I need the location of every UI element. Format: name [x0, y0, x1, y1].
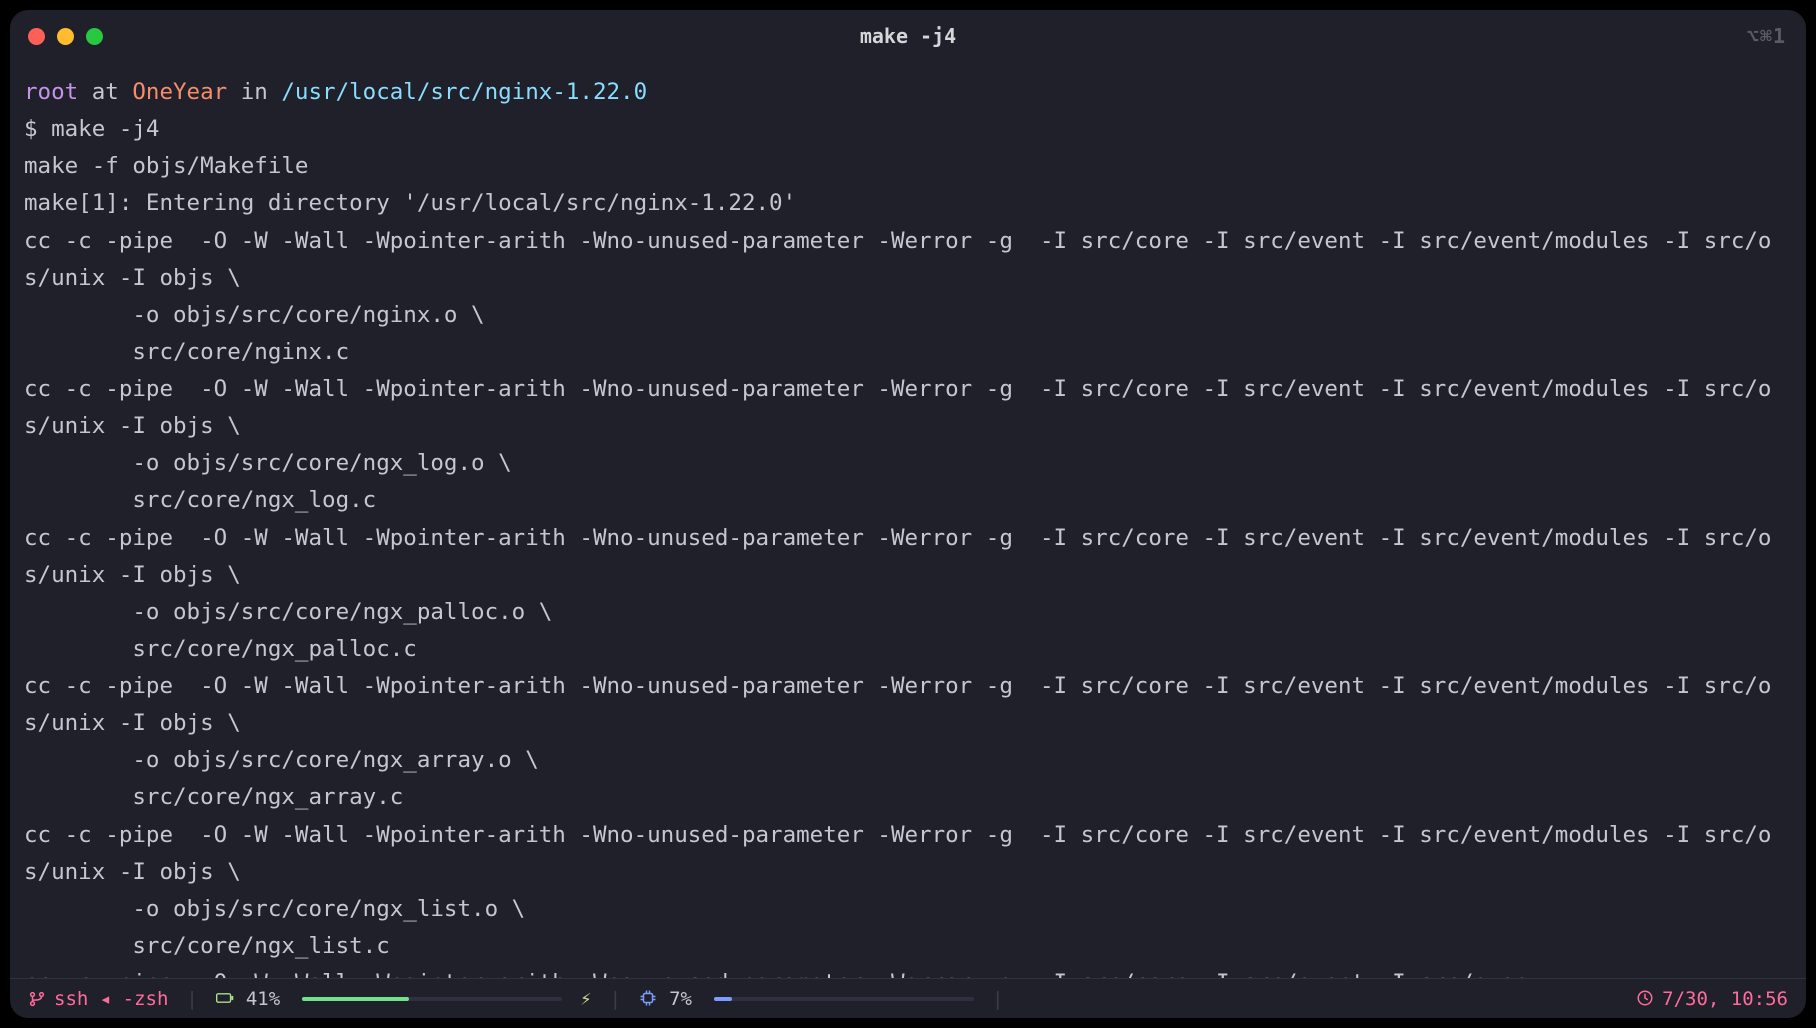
prompt-in: in — [227, 79, 281, 105]
window-controls — [28, 28, 103, 45]
status-divider: | — [992, 988, 1003, 1010]
prompt-user: root — [24, 79, 78, 105]
clock-icon — [1636, 988, 1654, 1010]
close-button[interactable] — [28, 28, 45, 45]
minimize-button[interactable] — [57, 28, 74, 45]
terminal-window: make -j4 ⌥⌘1 root at OneYear in /usr/loc… — [10, 10, 1806, 1018]
status-divider: | — [186, 988, 197, 1010]
cpu-icon — [639, 988, 657, 1010]
clock-text: 7/30, 10:56 — [1662, 988, 1788, 1010]
status-divider: | — [610, 988, 621, 1010]
branch-icon — [28, 990, 46, 1008]
cpu-bar — [714, 997, 974, 1001]
status-session-text: ssh ◂ -zsh — [54, 988, 168, 1010]
status-clock: 7/30, 10:56 — [1636, 988, 1788, 1010]
battery-bar — [302, 997, 562, 1001]
cpu-percent: 7% — [669, 988, 692, 1010]
prompt-ps1: $ — [24, 116, 51, 142]
titlebar: make -j4 ⌥⌘1 — [10, 10, 1806, 62]
terminal-output[interactable]: root at OneYear in /usr/local/src/nginx-… — [10, 62, 1806, 978]
battery-icon — [216, 988, 234, 1010]
battery-percent: 41% — [246, 988, 280, 1010]
prompt-command: make -j4 — [51, 116, 159, 142]
prompt-host: OneYear — [132, 79, 227, 105]
prompt-path: /usr/local/src/nginx-1.22.0 — [281, 79, 647, 105]
status-session: ssh ◂ -zsh — [28, 988, 168, 1010]
charging-icon: ⚡ — [580, 988, 591, 1010]
terminal-stdout: make -f objs/Makefile make[1]: Entering … — [24, 153, 1771, 978]
prompt-at: at — [78, 79, 132, 105]
zoom-button[interactable] — [86, 28, 103, 45]
window-shortcut-hint: ⌥⌘1 — [1747, 24, 1786, 48]
statusbar: ssh ◂ -zsh | 41% ⚡ | 7% | 7/30, 10:56 — [10, 978, 1806, 1018]
window-title: make -j4 — [10, 24, 1806, 48]
